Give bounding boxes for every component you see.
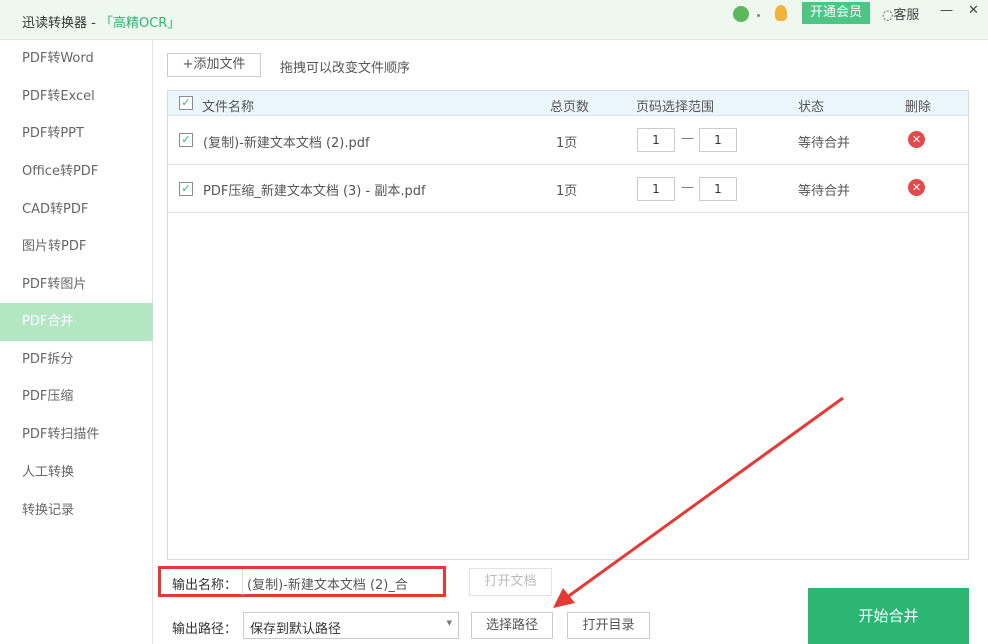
annotation-arrow (553, 396, 844, 608)
arrow-head (553, 588, 575, 608)
arrow-line (565, 396, 844, 600)
